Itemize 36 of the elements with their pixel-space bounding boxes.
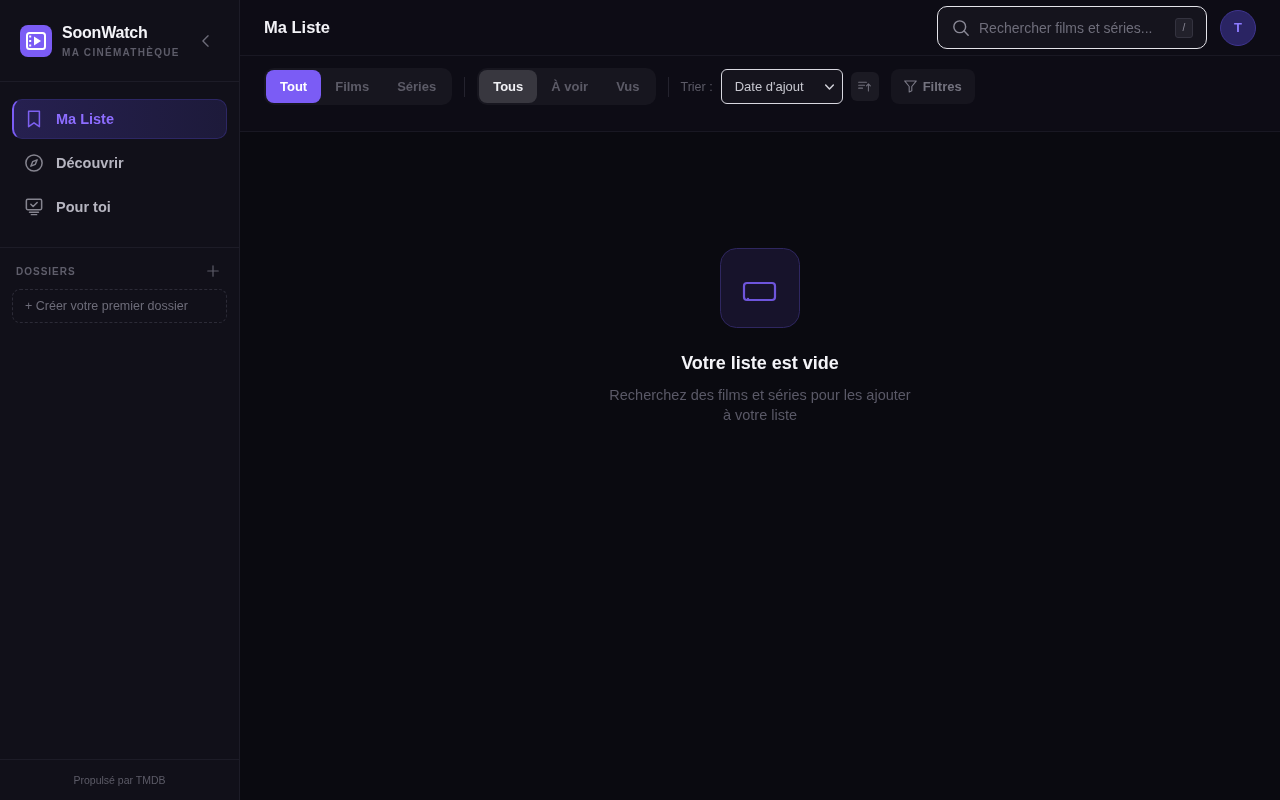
empty-state-description: Recherchez des films et séries pour les ajouter à votre liste: [608, 386, 912, 425]
sort-ascending-icon: [858, 81, 872, 92]
create-folder-button[interactable]: + Créer votre premier dossier: [12, 289, 227, 323]
status-filter-tab[interactable]: Tous: [479, 70, 538, 103]
shortcut-key: /: [1175, 17, 1193, 38]
sort-direction-button[interactable]: [850, 72, 879, 101]
film-play-icon: [20, 24, 52, 57]
nav-item[interactable]: Pour toi: [12, 187, 227, 227]
status-filter-tab[interactable]: À voir: [537, 70, 603, 103]
brand-name: SoonWatch: [62, 22, 149, 42]
plus-icon: [207, 265, 219, 277]
monitor-check-icon: [25, 198, 43, 216]
brand-tagline: MA CINÉMATHÈQUE: [62, 46, 181, 59]
sort-select[interactable]: Date d'ajout: [720, 69, 843, 104]
page-title: Ma Liste: [264, 18, 331, 37]
avatar[interactable]: T: [1220, 9, 1256, 46]
type-filter-tab[interactable]: Films: [321, 70, 384, 103]
chevron-down-icon: [824, 83, 834, 90]
filters-button[interactable]: Filtres: [890, 69, 975, 104]
footer-credit: Propulsé par TMDB: [73, 774, 166, 786]
bookmark-icon: [25, 110, 43, 128]
nav-item[interactable]: Ma Liste: [12, 99, 227, 139]
empty-state-title: Votre liste est vide: [681, 352, 839, 374]
chevron-left-icon: [202, 34, 209, 47]
collapse-button[interactable]: [200, 32, 211, 49]
status-filter-tab[interactable]: Vus: [602, 70, 654, 103]
search-icon: [953, 19, 969, 36]
type-filter-tab[interactable]: Tout: [266, 70, 322, 103]
sort-label: Trier :: [680, 79, 713, 94]
nav-item[interactable]: Découvrir: [12, 143, 227, 183]
type-filter-tab[interactable]: Séries: [383, 70, 451, 103]
screen-icon: [720, 248, 800, 328]
add-folder-button[interactable]: [207, 265, 219, 277]
compass-icon: [25, 154, 43, 172]
funnel-icon: [903, 80, 917, 93]
section-heading: DOSSIERS: [16, 265, 76, 277]
